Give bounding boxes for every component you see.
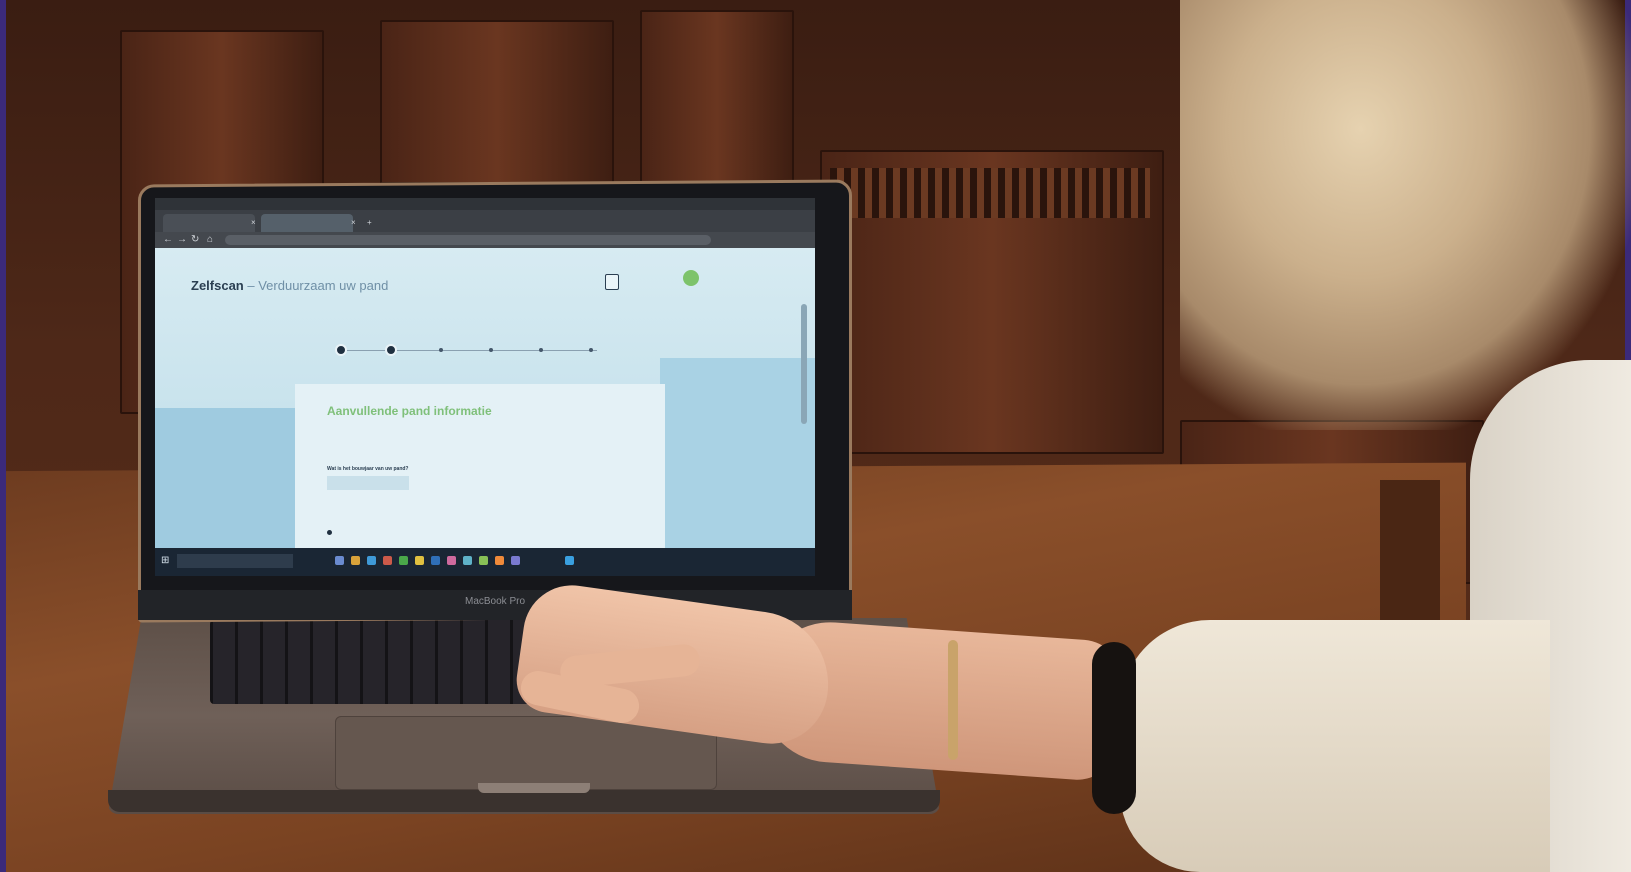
browser-tab-active[interactable]: [261, 214, 353, 232]
taskbar-app-icon[interactable]: [431, 556, 440, 565]
stepper-step[interactable]: [589, 348, 593, 352]
stepper-step[interactable]: [385, 344, 397, 356]
photo-scene: MacBook Pro × × + ← → ↻ ⌂ Zelfscan – Ver…: [0, 0, 1631, 872]
forward-arrow-icon[interactable]: →: [177, 234, 187, 246]
bracelet: [948, 640, 958, 760]
taskbar-app-icon[interactable]: [447, 556, 456, 565]
taskbar-app-icon[interactable]: [335, 556, 344, 565]
brand-separator: –: [243, 278, 259, 293]
wall-panel: [640, 10, 794, 194]
page-side-panel-right: [660, 358, 815, 576]
taskbar-app-icon[interactable]: [367, 556, 376, 565]
stepper-step[interactable]: [539, 348, 543, 352]
radio-button[interactable]: [327, 530, 332, 535]
wall-panel: [380, 20, 614, 184]
wall-slats: [830, 168, 1150, 218]
page-scrollbar[interactable]: [801, 304, 807, 424]
taskbar-app-icon[interactable]: [463, 556, 472, 565]
progress-stepper: [335, 344, 615, 368]
laptop-screen: × × + ← → ↻ ⌂ Zelfscan – Verduurzaam uw …: [155, 198, 815, 576]
url-field[interactable]: [225, 235, 711, 245]
laptop-front-edge: [108, 790, 940, 812]
construction-year-input[interactable]: [327, 476, 409, 490]
header-button[interactable]: [605, 274, 619, 290]
laptop-model-label: MacBook Pro: [464, 596, 526, 607]
back-arrow-icon[interactable]: ←: [163, 234, 173, 246]
brand-name: Zelfscan: [191, 278, 244, 293]
new-tab-icon[interactable]: +: [367, 214, 372, 232]
home-icon[interactable]: ⌂: [207, 234, 213, 246]
system-menu-bar: [155, 198, 815, 210]
browser-tab-bar: × × +: [155, 210, 815, 232]
taskbar-search[interactable]: [177, 554, 293, 568]
taskbar-app-icon[interactable]: [479, 556, 488, 565]
question-label: Wat is het bouwjaar van uw pand?: [327, 466, 409, 472]
taskbar-app-icon[interactable]: [351, 556, 360, 565]
browser-tab[interactable]: [163, 214, 255, 232]
taskbar-app-icon[interactable]: [383, 556, 392, 565]
web-page: Zelfscan – Verduurzaam uw pand Aanvullen…: [155, 248, 815, 576]
stepper-step[interactable]: [335, 344, 347, 356]
taskbar-app-icon[interactable]: [511, 556, 520, 565]
refresh-icon[interactable]: ↻: [191, 234, 199, 246]
taskbar-app-icon[interactable]: [565, 556, 574, 565]
form-title: Aanvullende pand informatie: [327, 404, 492, 418]
windows-taskbar: ⊞: [155, 548, 815, 576]
close-icon[interactable]: ×: [351, 214, 356, 232]
brand-subtitle: Verduurzaam uw pand: [258, 278, 389, 293]
windows-start-icon[interactable]: ⊞: [161, 556, 169, 566]
close-icon[interactable]: ×: [251, 214, 256, 232]
taskbar-app-icon[interactable]: [399, 556, 408, 565]
taskbar-app-icon[interactable]: [495, 556, 504, 565]
avatar-icon[interactable]: [683, 270, 699, 286]
browser-address-bar: ← → ↻ ⌂: [155, 232, 815, 248]
stepper-step[interactable]: [439, 348, 443, 352]
sleeve-cuff: [1092, 642, 1136, 814]
stepper-step[interactable]: [489, 348, 493, 352]
taskbar-app-icon[interactable]: [415, 556, 424, 565]
site-brand[interactable]: Zelfscan – Verduurzaam uw pand: [191, 278, 388, 293]
laptop-notch: [478, 783, 590, 793]
person-sleeve: [1120, 620, 1550, 872]
